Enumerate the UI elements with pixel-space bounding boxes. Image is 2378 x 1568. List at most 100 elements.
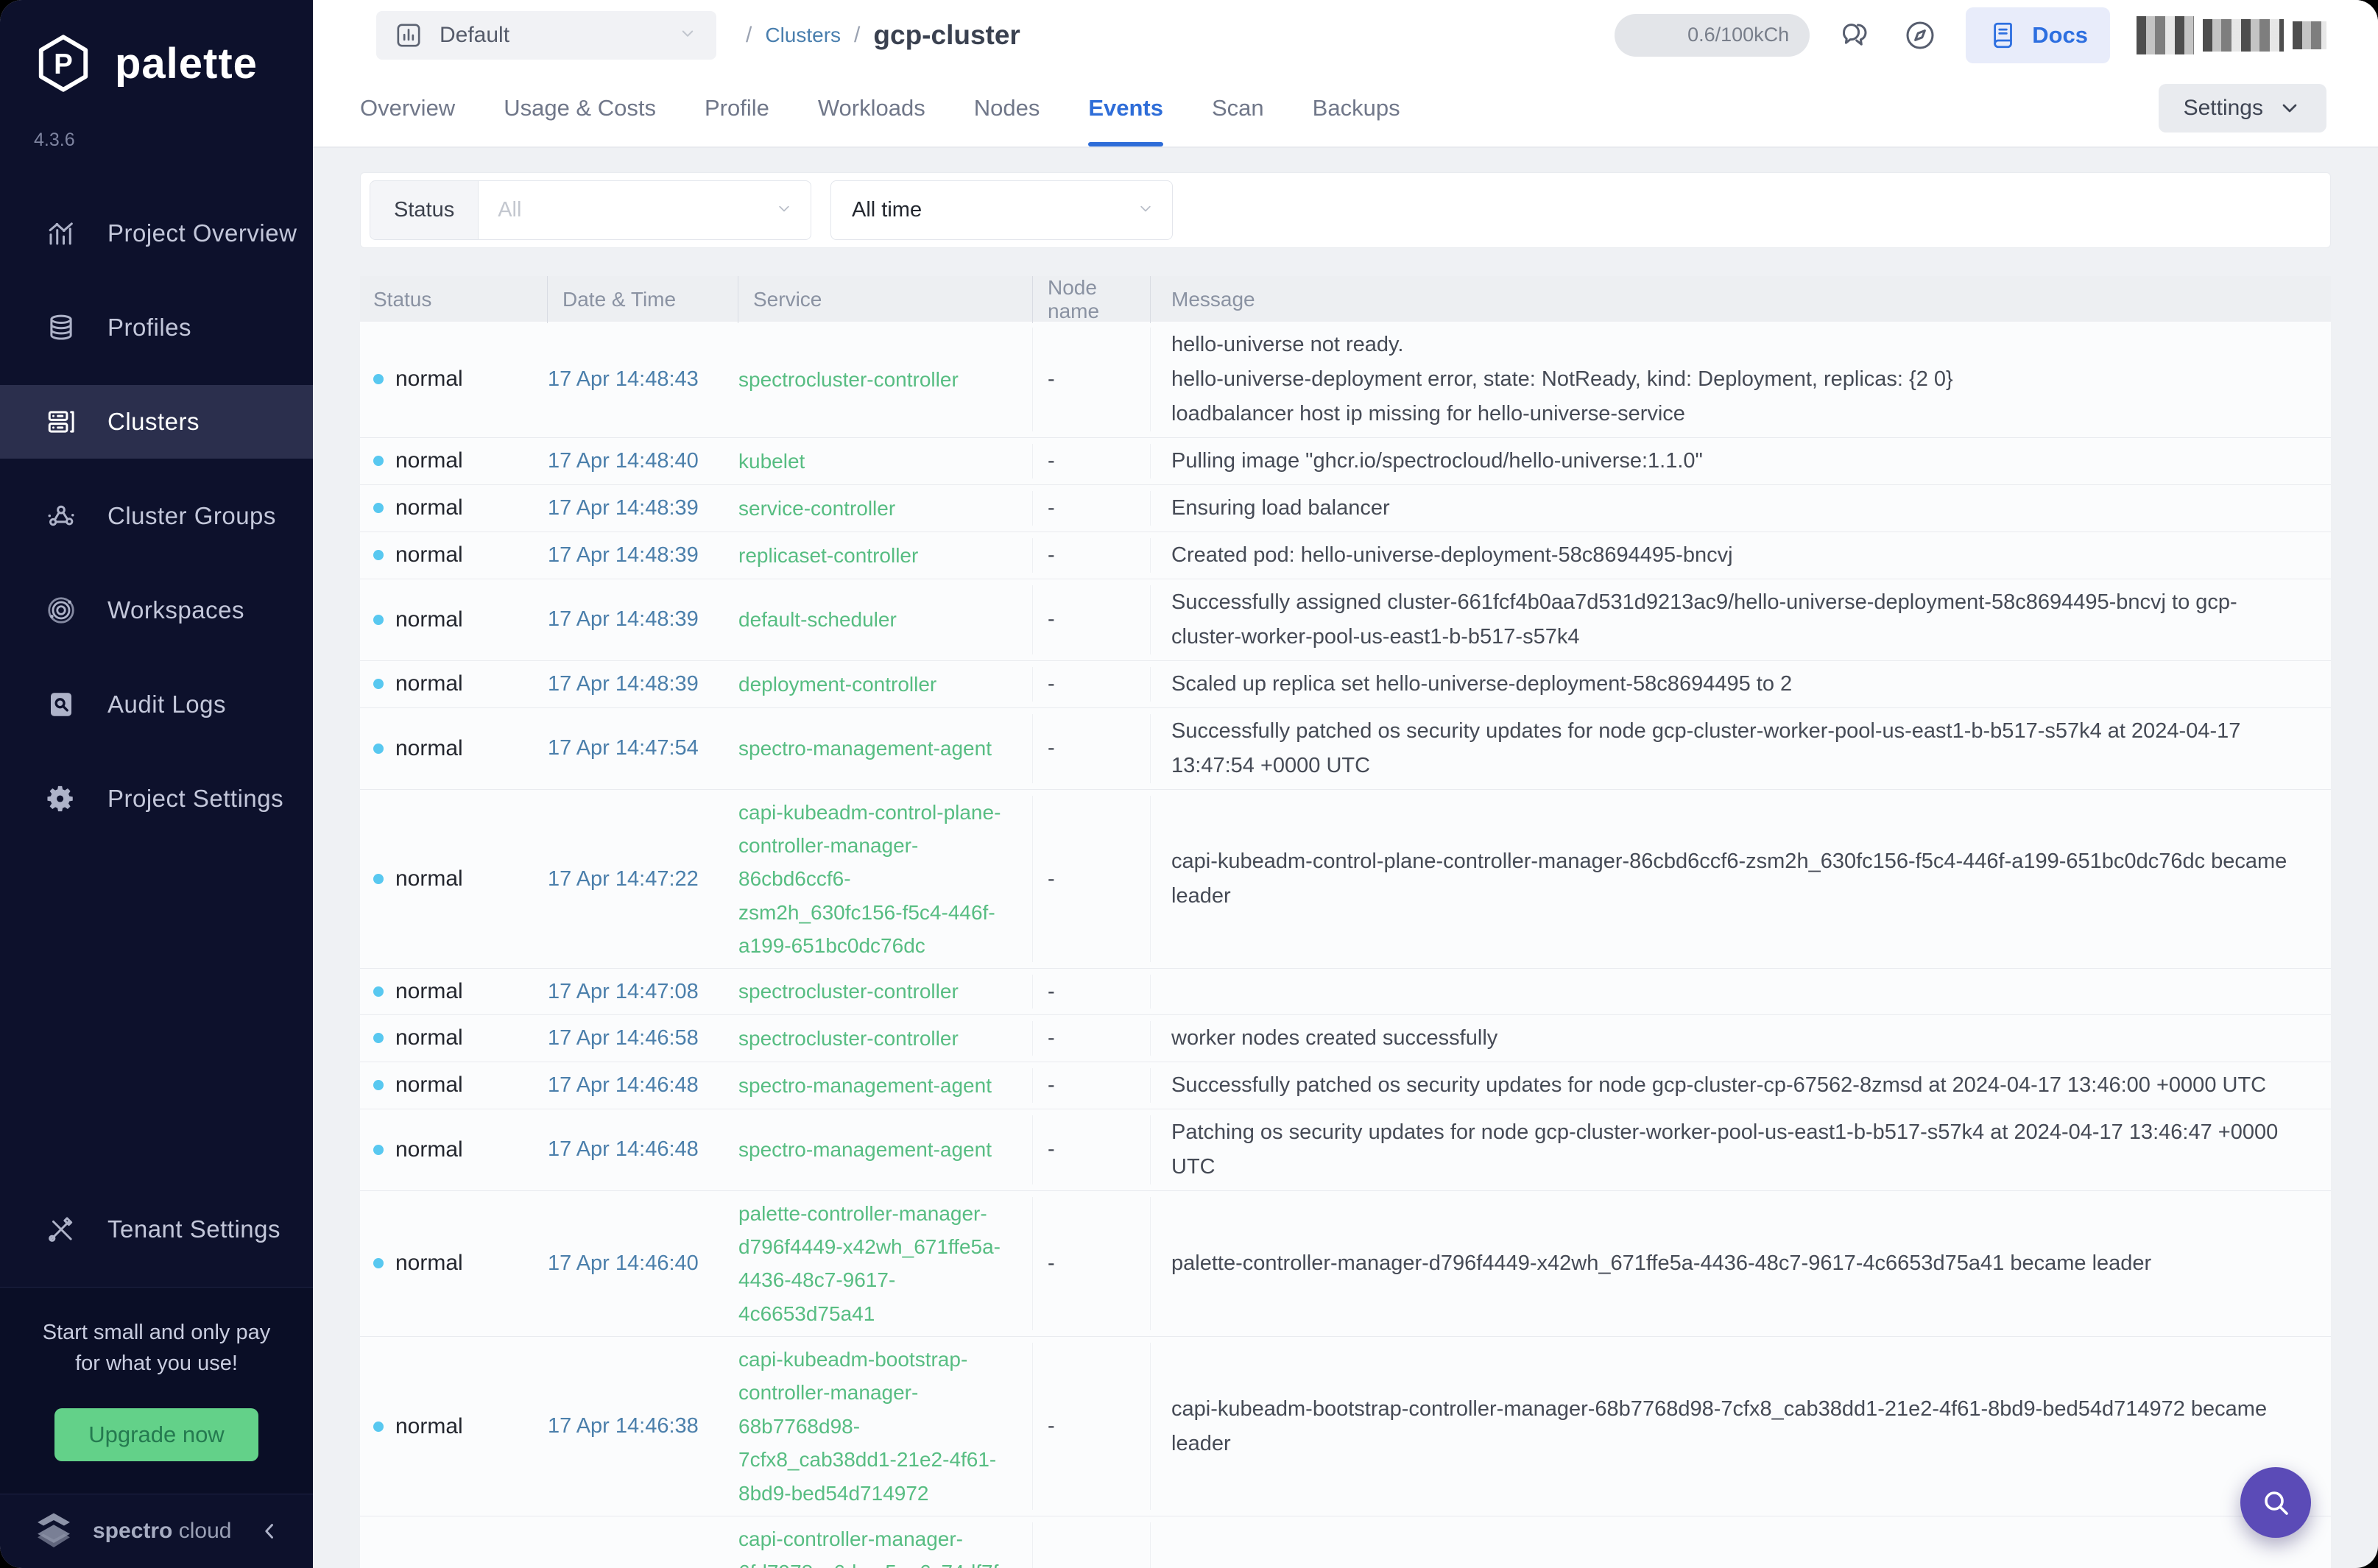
app-window: P palette 4.3.6 Project Overview Profile… (0, 0, 2378, 1568)
settings-button-label: Settings (2184, 96, 2263, 121)
status-cell: normal (360, 1251, 548, 1276)
tab-label: Usage & Costs (504, 95, 656, 121)
node-cell: - (1033, 1068, 1151, 1103)
status-dot-icon (373, 456, 384, 466)
status-label: normal (395, 1073, 463, 1098)
chevron-down-icon (2278, 96, 2301, 120)
service-name: deployment-controller (738, 668, 1013, 701)
node-cell: - (1033, 1343, 1151, 1510)
tab-label: Profile (705, 95, 769, 121)
service-cell: capi-controller-manager-6fd7978cc6-hxg5q… (738, 1522, 1033, 1568)
status-label: normal (395, 1025, 463, 1050)
app-logo: P palette (31, 31, 313, 96)
service-name: default-scheduler (738, 603, 1013, 636)
node-cell: - (1033, 328, 1151, 431)
status-dot-icon (373, 1422, 384, 1432)
events-table: Status Date & Time Service Node name Mes… (360, 276, 2331, 1568)
status-label: normal (395, 979, 463, 1004)
status-cell: normal (360, 543, 548, 568)
sidebar-item-tenant-settings[interactable]: Tenant Settings (0, 1193, 313, 1266)
breadcrumb-separator: / (746, 23, 752, 48)
tab[interactable]: Usage & Costs (504, 70, 656, 146)
sidebar: P palette 4.3.6 Project Overview Profile… (0, 0, 313, 1568)
spectro-cloud-logo-icon (31, 1508, 77, 1554)
clusters-icon (46, 406, 77, 437)
chat-icon[interactable] (1836, 16, 1874, 54)
settings-button[interactable]: Settings (2159, 84, 2326, 133)
status-cell: normal (360, 1137, 548, 1162)
sidebar-item-label: Project Overview (107, 219, 297, 247)
message-cell: Patching os security updates for node gc… (1151, 1115, 2331, 1184)
message-cell: Created pod: hello-universe-deployment-5… (1151, 538, 2331, 573)
tab[interactable]: Events (1088, 70, 1163, 146)
status-label: normal (395, 448, 463, 473)
sidebar-item[interactable]: Project Overview (0, 197, 313, 270)
service-cell: service-controller (738, 491, 1033, 526)
breadcrumb-separator: / (854, 23, 860, 48)
message-cell: Successfully assigned cluster-661fcf4b0a… (1151, 585, 2331, 654)
status-label: normal (395, 543, 463, 568)
table-row: normal 17 Apr 14:47:54 spectro-managemen… (360, 708, 2331, 790)
upgrade-promo: Start small and only pay for what you us… (0, 1287, 313, 1494)
compass-icon[interactable] (1901, 16, 1939, 54)
chevron-down-icon (774, 198, 794, 222)
node-cell: - (1033, 585, 1151, 654)
tab[interactable]: Overview (360, 70, 455, 146)
service-cell: spectrocluster-controller (738, 1021, 1033, 1056)
tab[interactable]: Workloads (818, 70, 925, 146)
project-selector[interactable]: Default (376, 11, 716, 60)
docs-button[interactable]: Docs (1966, 7, 2110, 63)
tab[interactable]: Profile (705, 70, 769, 146)
collapse-sidebar-icon[interactable] (257, 1519, 282, 1544)
time-filter[interactable]: All time (830, 180, 1173, 240)
column-header-status: Status (360, 276, 548, 323)
time-filter-value: All time (831, 198, 922, 222)
search-fab-button[interactable] (2240, 1467, 2311, 1538)
footer-brand-light: cloud (179, 1519, 232, 1543)
sidebar-item[interactable]: Project Settings (0, 762, 313, 836)
project-settings-icon (46, 783, 77, 814)
sidebar-item[interactable]: Audit Logs (0, 668, 313, 741)
table-row: normal 17 Apr 14:48:43 spectrocluster-co… (360, 322, 2331, 438)
status-dot-icon (373, 615, 384, 625)
status-cell: normal (360, 979, 548, 1004)
service-name: spectrocluster-controller (738, 975, 1013, 1008)
service-name: spectro-management-agent (738, 732, 1013, 765)
sidebar-item[interactable]: Cluster Groups (0, 479, 313, 553)
tab[interactable]: Nodes (974, 70, 1040, 146)
datetime-cell: 17 Apr 14:46:48 (548, 1137, 738, 1162)
sidebar-item-label: Cluster Groups (107, 502, 276, 530)
column-header-message: Message (1151, 276, 2331, 323)
sidebar-item[interactable]: Workspaces (0, 573, 313, 647)
chevron-down-icon (677, 22, 699, 48)
tab[interactable]: Backups (1313, 70, 1400, 146)
tools-icon (46, 1214, 77, 1245)
promo-text: Start small and only pay for what you us… (22, 1317, 291, 1379)
node-cell: - (1033, 1197, 1151, 1330)
table-row: normal 17 Apr 14:46:48 spectro-managemen… (360, 1109, 2331, 1191)
status-filter[interactable]: Status All (370, 180, 811, 240)
status-cell: normal (360, 866, 548, 891)
table-row: normal 17 Apr 14:46:38 capi-kubeadm-boot… (360, 1337, 2331, 1516)
datetime-cell: 17 Apr 14:48:40 (548, 449, 738, 473)
table-row: normal 17 Apr 14:46:48 spectro-managemen… (360, 1062, 2331, 1109)
node-cell: - (1033, 1522, 1151, 1568)
service-name: capi-kubeadm-bootstrap-controller-manage… (738, 1343, 1013, 1510)
sidebar-item[interactable]: Profiles (0, 291, 313, 364)
column-header-datetime: Date & Time (548, 276, 738, 323)
status-filter-label: Status (370, 181, 479, 239)
topbar-right: 0.6/100kCh (1615, 7, 2326, 63)
breadcrumb-clusters-link[interactable]: Clusters (765, 24, 841, 47)
upgrade-now-button[interactable]: Upgrade now (54, 1408, 258, 1461)
app-version: 4.3.6 (34, 130, 313, 151)
service-cell: spectrocluster-controller (738, 975, 1033, 1008)
datetime-cell: 17 Apr 14:46:38 (548, 1414, 738, 1438)
app-name: palette (115, 39, 258, 88)
breadcrumb: / Clusters / gcp-cluster (746, 20, 1020, 51)
datetime-cell: 17 Apr 14:47:22 (548, 867, 738, 891)
sidebar-item[interactable]: Clusters (0, 385, 313, 459)
status-label: normal (395, 367, 463, 392)
status-cell: normal (360, 736, 548, 761)
tab-label: Scan (1212, 95, 1264, 121)
tab[interactable]: Scan (1212, 70, 1264, 146)
